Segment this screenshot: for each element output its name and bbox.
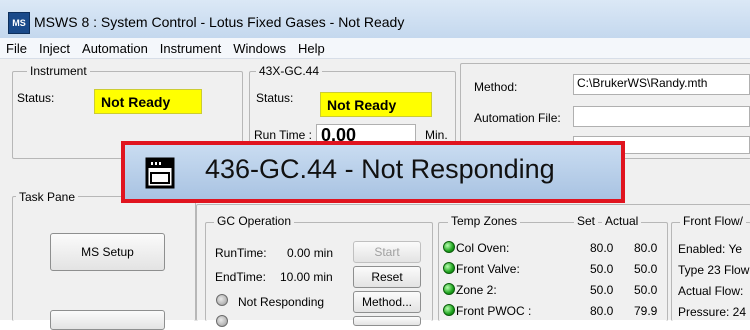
method-button[interactable]: Method... (353, 291, 421, 313)
temp-row-actual: 50.0 (634, 283, 658, 297)
temp-zones-label: Temp Zones (448, 214, 521, 228)
state-radio-icon-2 (216, 315, 228, 327)
gc-op-runtime-label: RunTime: (215, 246, 267, 260)
menu-bar: File Inject Automation Instrument Window… (0, 38, 750, 59)
temp-actual-header: Actual (602, 214, 642, 228)
front-flow-line: Actual Flow: (678, 284, 744, 298)
not-responding-title: 436-GC.44 - Not Responding (205, 154, 555, 184)
temp-row-actual: 79.9 (634, 304, 658, 318)
task-pane-label: Task Pane (16, 190, 79, 204)
temp-row-set: 50.0 (590, 283, 614, 297)
menu-automation[interactable]: Automation (76, 41, 154, 56)
temp-row-name: Col Oven: (456, 241, 510, 255)
automation-file-field[interactable] (573, 106, 750, 127)
temp-row-actual: 80.0 (634, 241, 658, 255)
gc-runtime-unit: Min. (425, 128, 448, 142)
instrument-group-label: Instrument (27, 64, 90, 78)
front-flow-line: Type 23 Flow (678, 263, 750, 277)
instrument-status-badge: Not Ready (94, 89, 202, 114)
start-button[interactable]: Start (353, 241, 421, 263)
gc-status-badge: Not Ready (320, 92, 432, 117)
instrument-status-label: Status: (17, 91, 55, 105)
temp-row-name: Front PWOC : (456, 304, 532, 318)
temp-row-set: 50.0 (590, 262, 614, 276)
menu-inject[interactable]: Inject (33, 41, 76, 56)
gc-op-state-text: Not Responding (238, 295, 325, 309)
gc-op-endtime-value: 10.00 min (280, 270, 333, 284)
title-bar[interactable]: MS MSWS 8 : System Control - Lotus Fixed… (0, 0, 750, 39)
gc-window-icon (145, 157, 175, 189)
gc-op-runtime-value: 0.00 min (287, 246, 334, 260)
method-label: Method: (474, 80, 518, 94)
menu-instrument[interactable]: Instrument (154, 41, 227, 56)
gc-op-extra-button[interactable] (353, 316, 421, 326)
temp-row-name: Front Valve: (456, 262, 520, 276)
temp-row-actual: 50.0 (634, 262, 658, 276)
gc-group-label: 43X-GC.44 (256, 64, 323, 78)
automation-file-label: Automation File: (474, 111, 561, 125)
menu-file[interactable]: File (0, 41, 33, 56)
zone-2-status-icon (443, 283, 455, 295)
front-pwoc-status-icon (443, 304, 455, 316)
front-valve-status-icon (443, 262, 455, 274)
front-flow-line: Pressure: 24 (678, 305, 747, 319)
gc-runtime-label: Run Time : (254, 128, 313, 142)
ms-setup-button[interactable]: MS Setup (50, 233, 165, 271)
menu-windows[interactable]: Windows (227, 41, 292, 56)
front-flow-label: Front Flow/ (680, 214, 747, 228)
temp-row-set: 80.0 (590, 241, 614, 255)
temp-row-name: Zone 2: (456, 283, 497, 297)
task-pane-next-button[interactable] (50, 310, 165, 330)
method-field[interactable]: C:\BrukerWS\Randy.mth (573, 74, 750, 95)
state-radio-icon (216, 294, 228, 306)
temp-set-header: Set (574, 214, 599, 228)
reset-button[interactable]: Reset (353, 266, 421, 288)
app-icon[interactable]: MS (8, 12, 30, 34)
gc-op-endtime-label: EndTime: (215, 270, 266, 284)
menu-help[interactable]: Help (292, 41, 331, 56)
gc-status-label: Status: (256, 91, 294, 105)
gc-operation-label: GC Operation (214, 214, 295, 228)
window-title: MSWS 8 : System Control - Lotus Fixed Ga… (34, 14, 405, 30)
col-oven-status-icon (443, 241, 455, 253)
temp-row-set: 80.0 (590, 304, 614, 318)
front-flow-line: Enabled: Ye (678, 242, 743, 256)
